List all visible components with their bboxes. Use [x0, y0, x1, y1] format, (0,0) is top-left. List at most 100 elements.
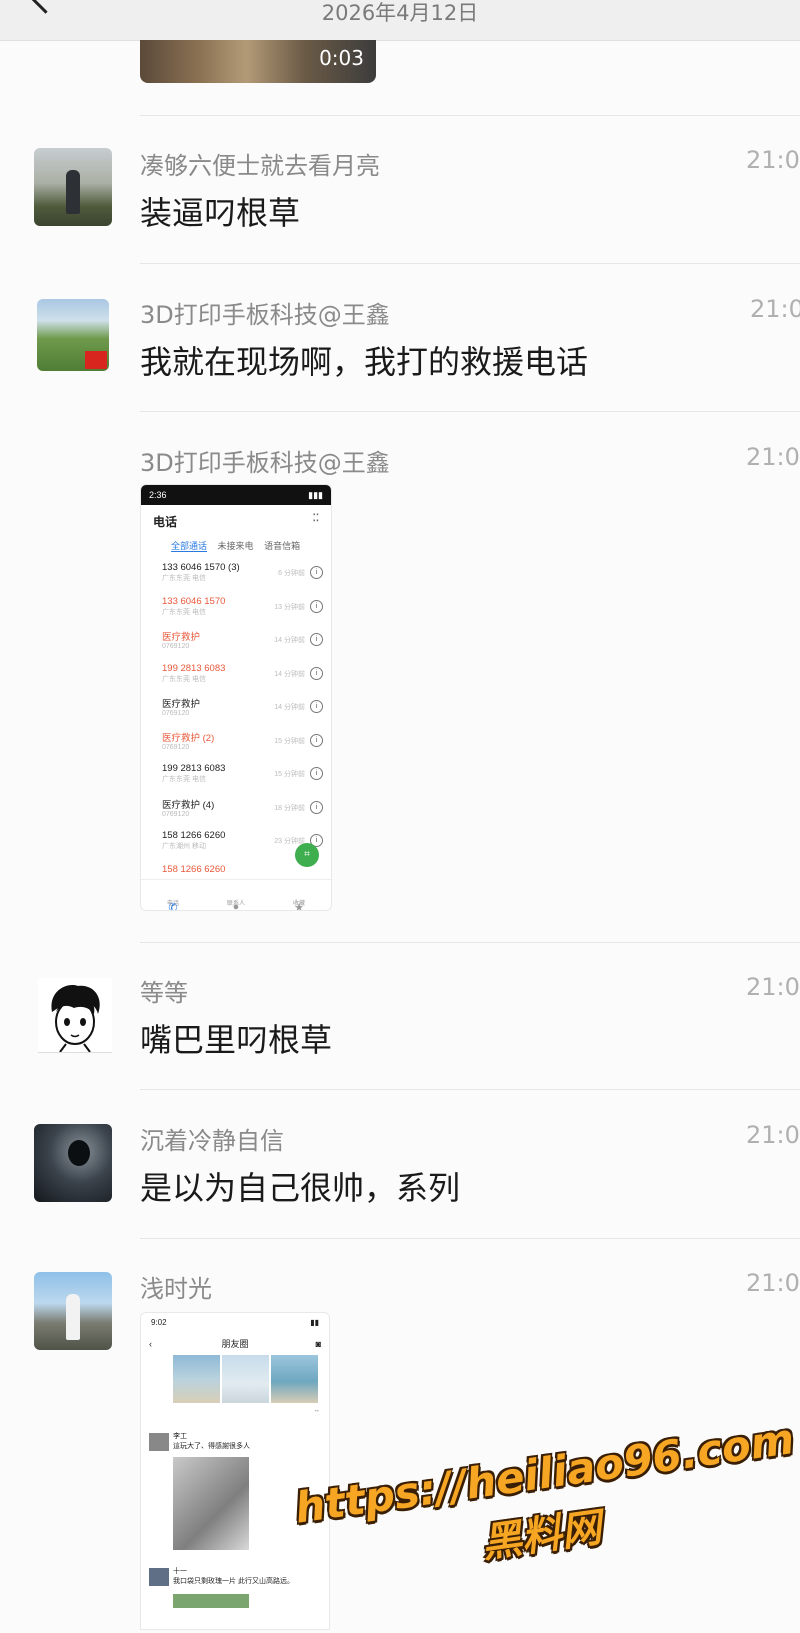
avatar[interactable] [34, 1124, 112, 1202]
photo [222, 1355, 269, 1403]
message-time: 21:0 [746, 443, 800, 471]
call-number: 医疗救护 (4) [162, 799, 215, 811]
message-text[interactable]: 嘴巴里叼根草 [140, 1015, 332, 1061]
post-image [173, 1457, 249, 1550]
call-location: 0769120 [162, 810, 190, 818]
message-time: 21:0 [746, 973, 800, 1001]
call-list: 133 6046 1570 (3) 广东东莞 电信 6 分钟前 i 133 6046 1… [141, 557, 331, 892]
info-icon: i [310, 666, 323, 680]
post-meta: •• [141, 1403, 329, 1421]
info-icon: i [310, 800, 323, 814]
message-time: 21:00 [746, 146, 800, 174]
call-time: 14 分钟前 [274, 704, 305, 711]
battery-icon: ▮▮▮ [308, 490, 323, 500]
call-time: 6 分钟前 [278, 570, 305, 577]
phone-status-bar: 9:02 ▮▮ [141, 1313, 329, 1333]
tab-voicemail: 语音信箱 [264, 541, 301, 551]
sender-name[interactable]: 凑够六便士就去看月亮 [140, 146, 380, 181]
sender-name[interactable]: 沉着冷静自信 [140, 1121, 284, 1156]
call-number: 医疗救护 [162, 632, 201, 643]
photo-grid [173, 1355, 319, 1403]
moments-header: ‹ 朋友圈 ◙ [141, 1333, 329, 1355]
call-time: 15 分钟前 [274, 771, 305, 778]
avatar[interactable] [34, 1272, 112, 1350]
post-text: 這玩大了、得感謝很多人 [173, 1443, 250, 1450]
message-text[interactable]: 是以为自己很帅，系列 [140, 1163, 460, 1209]
call-location: 广东东莞 电信 [162, 608, 206, 616]
info-icon: i [310, 566, 323, 579]
video-message[interactable]: 0:03 [140, 40, 376, 83]
call-location: 广东东莞 电信 [162, 776, 206, 783]
avatar[interactable] [34, 148, 112, 226]
poster-name: 李工 [173, 1433, 187, 1440]
call-location: 0769120 [162, 710, 190, 717]
message-text[interactable]: 装逼叼根草 [140, 188, 300, 234]
watermark: https://heiliao96.com 黑料网 [292, 1414, 797, 1632]
sender-name[interactable]: 浅时光 [140, 1269, 212, 1304]
contacts-icon: ● [232, 901, 240, 911]
call-row: 199 2813 6083 广东东莞 电信 14 分钟前 i [141, 658, 331, 692]
date-header: 2026年4月12日 [321, 1, 479, 25]
avatar[interactable] [37, 299, 109, 371]
info-icon: i [310, 633, 323, 646]
phone-status-time: 9:02 [151, 1318, 167, 1327]
post-button [173, 1594, 249, 1608]
call-number: 158 1266 6260 [162, 830, 226, 841]
sender-name[interactable]: 3D打印手板科技@王鑫 [140, 443, 390, 478]
call-number: 133 6046 1570 [162, 595, 226, 607]
moments-post: 十一 我口袋只剩玫瑰一片 此行又山高路远。 [141, 1550, 329, 1608]
call-location: 0769120 [162, 643, 190, 650]
call-row: 医疗救护 0769120 14 分钟前 i [141, 624, 331, 658]
moments-screenshot[interactable]: 9:02 ▮▮ ‹ 朋友圈 ◙ •• 李工 這玩大了、得感謝很多人 十一 我口袋… [140, 1312, 330, 1630]
call-row: 199 2813 6083 广东东莞 电信 15 分钟前 i [141, 758, 331, 792]
call-row: 医疗救护 (2) 0769120 15 分钟前 i [141, 725, 331, 759]
call-tabs: 全部通话 未接来电 语音信箱 [141, 535, 331, 557]
call-row: 133 6046 1570 广东东莞 电信 13 分钟前 i [141, 591, 331, 625]
call-location: 广东东莞 电信 [162, 675, 206, 683]
battery-icon: ▮▮ [310, 1318, 319, 1327]
video-duration: 0:03 [319, 46, 364, 70]
call-location: 广东东莞 电信 [162, 575, 206, 582]
info-icon: i [310, 599, 323, 613]
message-text[interactable]: 我就在现场啊，我打的救援电话 [140, 337, 588, 383]
star-icon: ★ [294, 902, 304, 911]
divider [140, 263, 800, 264]
avatar-figure [68, 1140, 90, 1166]
phone-status-bar: 2:36 ▮▮▮ [141, 485, 331, 505]
call-row: 医疗救护 0769120 14 分钟前 i [141, 691, 331, 725]
sender-name[interactable]: 等等 [140, 973, 188, 1008]
camera-icon: ◙ [315, 1339, 321, 1349]
phone-bottom-nav: ✆ 电话 ● 联系人 ★ 收藏 [141, 879, 331, 910]
phone-app-title: 电话 ⁚⁚ [141, 505, 331, 535]
call-time: 18 分钟前 [274, 804, 305, 812]
photo [271, 1355, 318, 1403]
call-time: 15 分钟前 [274, 737, 305, 745]
avatar[interactable] [38, 978, 112, 1053]
flag-badge-icon [85, 351, 107, 369]
dial-fab-icon: ⌗ [295, 843, 319, 867]
phone-status-time: 2:36 [149, 490, 167, 500]
divider [140, 942, 800, 943]
divider [140, 1238, 800, 1239]
sender-name[interactable]: 3D打印手板科技@王鑫 [140, 295, 390, 330]
info-icon: i [310, 733, 323, 747]
message-time: 21:0 [746, 1269, 800, 1297]
phone-title-text: 电话 [153, 515, 178, 529]
call-time: 14 分钟前 [274, 637, 305, 644]
message-time: 21:0 [750, 295, 800, 323]
call-number: 199 2813 6083 [162, 763, 226, 774]
tab-all-calls: 全部通话 [171, 541, 208, 552]
phone-icon: ✆ [168, 902, 178, 911]
call-log-screenshot[interactable]: 2:36 ▮▮▮ 电话 ⁚⁚ 全部通话 未接来电 语音信箱 133 6046 1… [140, 484, 332, 911]
tab-missed: 未接来电 [217, 541, 254, 551]
call-number: 医疗救护 (2) [162, 732, 215, 744]
poster-avatar [149, 1433, 169, 1451]
info-icon: i [310, 700, 323, 713]
photo [173, 1355, 220, 1403]
call-number: 133 6046 1570 (3) [162, 562, 240, 573]
call-row: 133 6046 1570 (3) 广东东莞 电信 6 分钟前 i [141, 557, 331, 591]
call-number: 199 2813 6083 [162, 662, 226, 674]
commenter-avatar [149, 1568, 169, 1586]
more-icon: •• [314, 1409, 319, 1415]
info-icon: i [310, 767, 323, 780]
